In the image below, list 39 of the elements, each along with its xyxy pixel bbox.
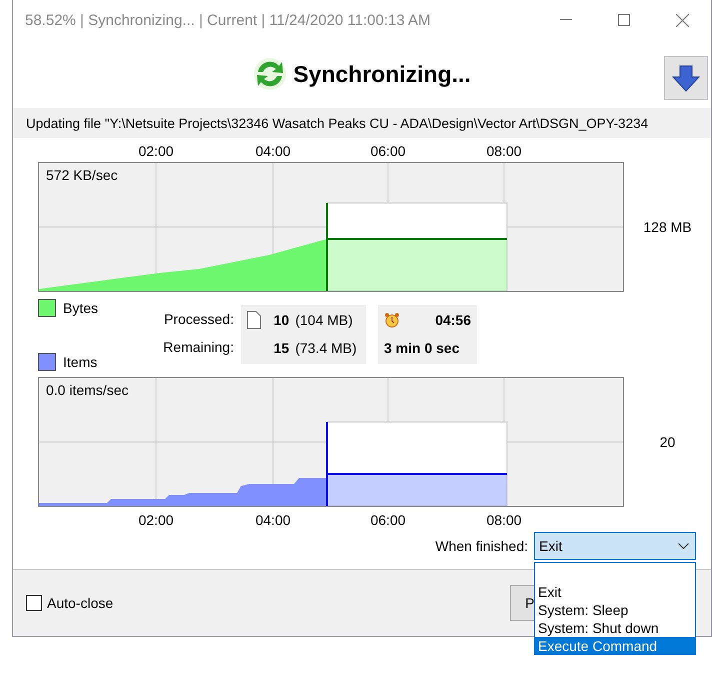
processed-size: (104 MB) — [295, 312, 354, 328]
rate-label: 0.0 items/sec — [46, 382, 128, 398]
axis-tick-label: 08:00 — [486, 512, 522, 528]
processed-count: 10 — [272, 312, 290, 328]
sync-icon — [253, 57, 288, 91]
down-arrow-icon — [672, 64, 700, 92]
close-icon[interactable] — [676, 14, 688, 26]
axis-tick-label: 02:00 — [138, 143, 174, 159]
axis-tick-label: 08:00 — [486, 143, 522, 159]
when-finished-dropdown[interactable]: Exit — [534, 532, 696, 560]
processed-label: Processed: — [164, 310, 234, 329]
axis-tick-label: 06:00 — [370, 143, 406, 159]
scale-label: 20 — [658, 434, 676, 450]
status-text: Updating file "Y:\Netsuite Projects\32346 Wasatch Peaks CU - ADA\Design\Vector Art\DSGN_OPY-3234 — [13, 108, 711, 138]
scale-label: 128 MB — [642, 219, 693, 235]
chevron-icon — [678, 543, 689, 549]
remaining-time: 3 min 0 sec — [384, 340, 460, 356]
sync-heading: Synchronizing... — [293, 60, 471, 88]
collapse-button[interactable] — [664, 56, 708, 100]
file-icon — [247, 311, 261, 329]
window-title: 58.52% | Synchronizing... | Current | 11/24/2020 11:00:13 AM — [25, 12, 432, 28]
axis-tick-label: 02:00 — [138, 512, 174, 528]
dropdown-option[interactable]: Execute Command — [535, 637, 695, 655]
alarm-clock-icon — [384, 312, 400, 328]
auto-close-label: Auto-close — [47, 595, 114, 611]
minimize-icon[interactable] — [560, 19, 572, 21]
elapsed-time: 04:56 — [434, 312, 471, 328]
legend-label: Items — [63, 354, 98, 370]
remaining-count: 15 — [272, 340, 290, 356]
rate-label: 572 KB/sec — [46, 167, 118, 183]
axis-tick-label: 04:00 — [255, 143, 291, 159]
remaining-label: Remaining: — [163, 338, 234, 357]
axis-tick-label: 04:00 — [255, 512, 291, 528]
maximize-icon[interactable] — [618, 14, 630, 26]
when-finished-label: When finished: — [435, 538, 528, 554]
legend-label: Bytes — [63, 300, 98, 316]
remaining-size: (73.4 MB) — [295, 340, 358, 356]
auto-close-checkbox[interactable] — [26, 595, 42, 611]
axis-tick-label: 06:00 — [370, 512, 406, 528]
